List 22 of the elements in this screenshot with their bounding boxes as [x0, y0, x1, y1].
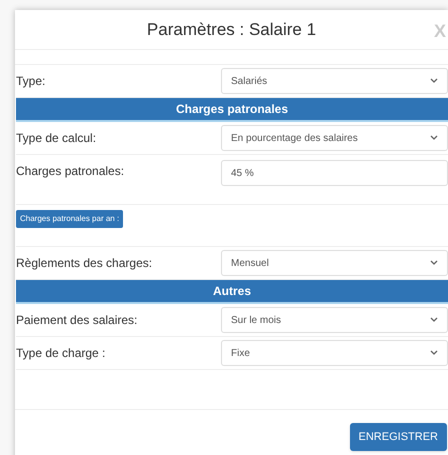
- chevron-down-icon: [430, 350, 438, 356]
- field-label: Type de charge :: [16, 345, 106, 362]
- chevron-down-icon: [430, 135, 438, 141]
- section-header: Autres: [16, 280, 448, 304]
- annual-charges-button[interactable]: Charges patronales par an :: [16, 210, 124, 228]
- field-label: Type:: [16, 73, 46, 90]
- dialog-title: Paramètres : Salaire 1: [146, 18, 316, 41]
- save-button[interactable]: ENREGISTRER: [350, 423, 447, 451]
- field-label: Charges patronales:: [16, 163, 126, 180]
- chevron-down-icon: [430, 317, 438, 323]
- select-field[interactable]: Fixe: [221, 340, 448, 366]
- section-header: Charges patronales: [16, 98, 448, 122]
- select-field[interactable]: Salariés: [221, 68, 448, 94]
- select-field[interactable]: Mensuel: [221, 250, 448, 276]
- chevron-down-icon: [430, 78, 438, 84]
- select-field[interactable]: En pourcentage des salaires: [221, 125, 448, 151]
- field-label: Règlements des charges:: [16, 255, 154, 272]
- select-field[interactable]: Sur le mois: [221, 307, 448, 333]
- field-label: Type de calcul:: [16, 130, 98, 147]
- input-field[interactable]: 45 %: [221, 160, 448, 186]
- field-label: Paiement des salaires:: [16, 312, 138, 329]
- chevron-down-icon: [430, 260, 438, 266]
